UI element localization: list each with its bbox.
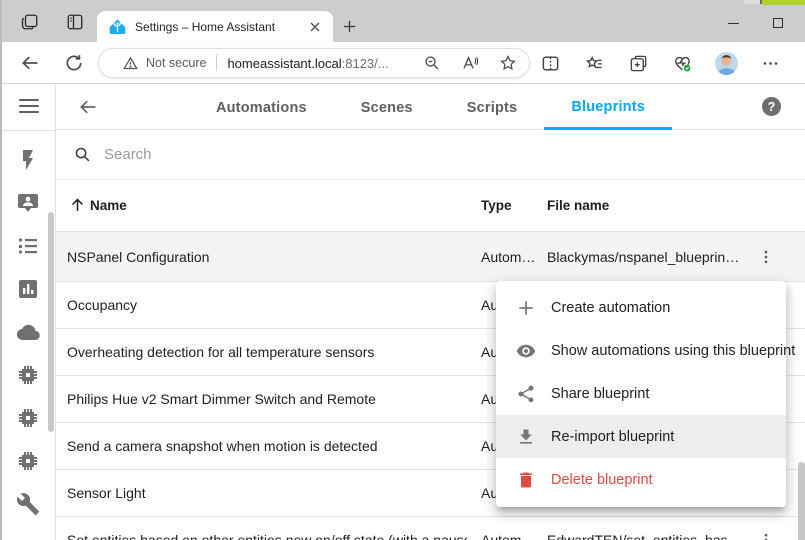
browser-tab-settings[interactable]: Settings – Home Assistant [97,11,333,42]
read-aloud-icon[interactable] [461,54,479,72]
menu-item-label: Re-import blueprint [551,429,674,445]
warning-icon [123,56,138,71]
refresh-icon[interactable] [64,53,84,73]
search-icon [74,146,91,163]
browser-toolbar: Not secure homeassistant.local:8123/... [0,42,805,84]
todo-list-icon[interactable] [16,234,40,258]
device-chip-icon[interactable] [16,406,40,430]
toolbar-right-icons [528,48,792,78]
security-label[interactable]: Not secure [146,56,206,70]
zoom-out-icon[interactable] [423,54,441,72]
table-row[interactable]: NSPanel Configuration Autom… Blackymas/n… [56,232,805,282]
menu-item-reimport-blueprint[interactable]: Re-import blueprint [496,415,786,458]
row-overflow-icon[interactable] [757,531,775,540]
voice-assistant-icon[interactable] [16,191,40,215]
row-name: Sensor Light [67,485,146,501]
maximize-button[interactable] [763,12,793,34]
tab-automations[interactable]: Automations [189,84,334,130]
split-screen-icon[interactable] [528,48,572,78]
menu-item-label: Share blueprint [551,386,649,402]
download-icon [516,427,536,447]
tab-scripts[interactable]: Scripts [440,84,545,130]
app-sidebar [0,84,56,540]
energy-icon[interactable] [16,148,40,172]
row-type: Autom… [481,249,535,265]
address-separator [216,55,217,71]
column-header-file[interactable]: File name [547,198,609,213]
favorite-star-icon[interactable] [499,54,517,72]
help-icon[interactable]: ? [762,97,781,116]
column-header-type[interactable]: Type [481,198,512,213]
row-file: EdwardTEN/set_entities_has… [547,532,742,540]
vertical-tabs-icon[interactable] [66,13,84,31]
row-name: Occupancy [67,297,137,313]
tab-scenes[interactable]: Scenes [334,84,440,130]
developer-tools-icon[interactable] [16,492,40,516]
plus-icon [516,298,536,318]
row-type: Autom… [481,532,535,540]
row-file: Blackymas/nspanel_blueprin… [547,249,739,265]
table-header: Name Type File name [56,180,805,232]
menu-item-label: Show automations using this blueprint [551,343,795,359]
browser-titlebar: Settings – Home Assistant [0,0,805,42]
menu-item-show-automations[interactable]: Show automations using this blueprint [496,329,786,372]
trash-icon [516,470,536,490]
profile-avatar[interactable] [704,48,748,78]
row-name: Send a camera snapshot when motion is de… [67,438,378,454]
favorites-hub-icon[interactable] [572,48,616,78]
sidebar-divider [0,130,56,131]
browser-essentials-icon[interactable] [660,48,704,78]
main-scrollbar[interactable] [798,462,805,540]
device-chip-icon[interactable] [16,363,40,387]
window-frame [0,0,2,540]
app-tab-bar: Automations Scenes Scripts Blueprints [56,84,805,130]
address-path[interactable]: :8123/... [342,56,389,71]
tab-title: Settings – Home Assistant [135,20,307,34]
home-assistant-favicon [109,18,126,35]
row-overflow-icon[interactable] [757,248,775,266]
collections-icon[interactable] [616,48,660,78]
menu-item-label: Create automation [551,300,670,316]
eye-icon [516,341,536,361]
search-bar [56,130,805,180]
app-main: Automations Scenes Scripts Blueprints ? … [56,84,805,540]
address-bar[interactable]: Not secure homeassistant.local:8123/... [98,48,530,78]
row-name: Overheating detection for all temperatur… [67,344,374,360]
device-chip-icon[interactable] [16,449,40,473]
browser-window: Settings – Home Assistant Not secure hom… [0,0,805,540]
table-row[interactable]: Set entities based on other entities new… [56,517,805,540]
screen-edge-strip [744,0,762,4]
menu-icon[interactable] [19,99,39,113]
address-host[interactable]: homeassistant.local [227,56,341,71]
column-header-name[interactable]: Name [90,198,127,213]
home-assistant-app: Automations Scenes Scripts Blueprints ? … [0,84,805,540]
screen-edge-accent [762,0,805,5]
sidebar-scrollbar[interactable] [48,212,54,432]
menu-item-share-blueprint[interactable]: Share blueprint [496,372,786,415]
tab-close-icon[interactable] [307,19,323,35]
workspaces-icon[interactable] [21,13,39,31]
row-name: Philips Hue v2 Smart Dimmer Switch and R… [67,391,376,407]
more-icon[interactable] [748,48,792,78]
blueprint-context-menu: Create automation Show automations using… [496,281,786,507]
history-icon[interactable] [16,277,40,301]
tab-blueprints[interactable]: Blueprints [544,84,672,130]
share-icon [516,384,536,404]
menu-item-label: Delete blueprint [551,472,653,488]
new-tab-icon[interactable] [341,18,358,35]
app-header: Automations Scenes Scripts Blueprints ? [56,84,805,130]
menu-item-create-automation[interactable]: Create automation [496,286,786,329]
row-name: NSPanel Configuration [67,249,209,265]
sort-ascending-icon[interactable] [69,196,86,213]
row-name: Set entities based on other entities new… [67,532,467,540]
search-input[interactable] [104,146,604,163]
cloud-icon[interactable] [16,320,40,344]
back-icon[interactable] [20,53,40,73]
menu-item-delete-blueprint[interactable]: Delete blueprint [496,458,786,501]
minimize-button[interactable] [718,12,748,34]
